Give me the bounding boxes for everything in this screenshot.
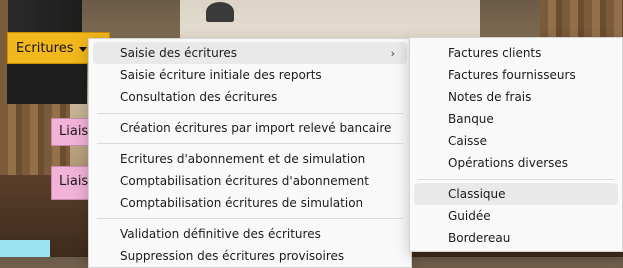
menu-separator — [97, 143, 403, 144]
submenu-item-notes-de-frais[interactable]: Notes de frais — [414, 86, 618, 108]
menu-item-validation-definitive[interactable]: Validation définitive des écritures — [93, 223, 407, 245]
submenu-item-caisse[interactable]: Caisse — [414, 130, 618, 152]
submenu-item-guidee[interactable]: Guidée — [414, 205, 618, 227]
submenu-item-banque[interactable]: Banque — [414, 108, 618, 130]
menu-separator — [418, 179, 614, 180]
ecritures-label: Ecritures — [16, 40, 74, 56]
menu-item-comptabilisation-simulation[interactable]: Comptabilisation écritures de simulation — [93, 192, 407, 214]
menu-item-abonnement-simulation[interactable]: Ecritures d'abonnement et de simulation — [93, 148, 407, 170]
menu-item-import-releve-bancaire[interactable]: Création écritures par import relevé ban… — [93, 117, 407, 139]
menu-item-consultation-ecritures[interactable]: Consultation des écritures — [93, 86, 407, 108]
submenu-item-operations-diverses[interactable]: Opérations diverses — [414, 152, 618, 174]
menu-item-suppression-provisoires[interactable]: Suppression des écritures provisoires — [93, 245, 407, 267]
submenu-item-bordereau[interactable]: Bordereau — [414, 227, 618, 249]
ecritures-dropdown-menu: Saisie des écritures › Saisie écriture i… — [88, 38, 412, 268]
menu-item-label: Saisie des écritures — [120, 46, 238, 60]
menu-item-saisie-initiale-reports[interactable]: Saisie écriture initiale des reports — [93, 64, 407, 86]
menu-item-saisie-des-ecritures[interactable]: Saisie des écritures › — [93, 42, 407, 64]
cyan-tile — [0, 240, 50, 257]
background-shelf — [8, 0, 82, 34]
dark-panel — [7, 64, 87, 104]
submenu-item-factures-clients[interactable]: Factures clients — [414, 42, 618, 64]
submenu-item-factures-fournisseurs[interactable]: Factures fournisseurs — [414, 64, 618, 86]
caret-down-icon — [79, 46, 88, 52]
menu-item-comptabilisation-abonnement[interactable]: Comptabilisation écritures d'abonnement — [93, 170, 407, 192]
saisie-submenu: Factures clients Factures fournisseurs N… — [409, 37, 623, 252]
submenu-item-classique[interactable]: Classique — [414, 183, 618, 205]
menu-separator — [97, 113, 403, 114]
chevron-right-icon: › — [390, 47, 395, 60]
background-lamp — [206, 2, 234, 22]
menu-separator — [97, 218, 403, 219]
